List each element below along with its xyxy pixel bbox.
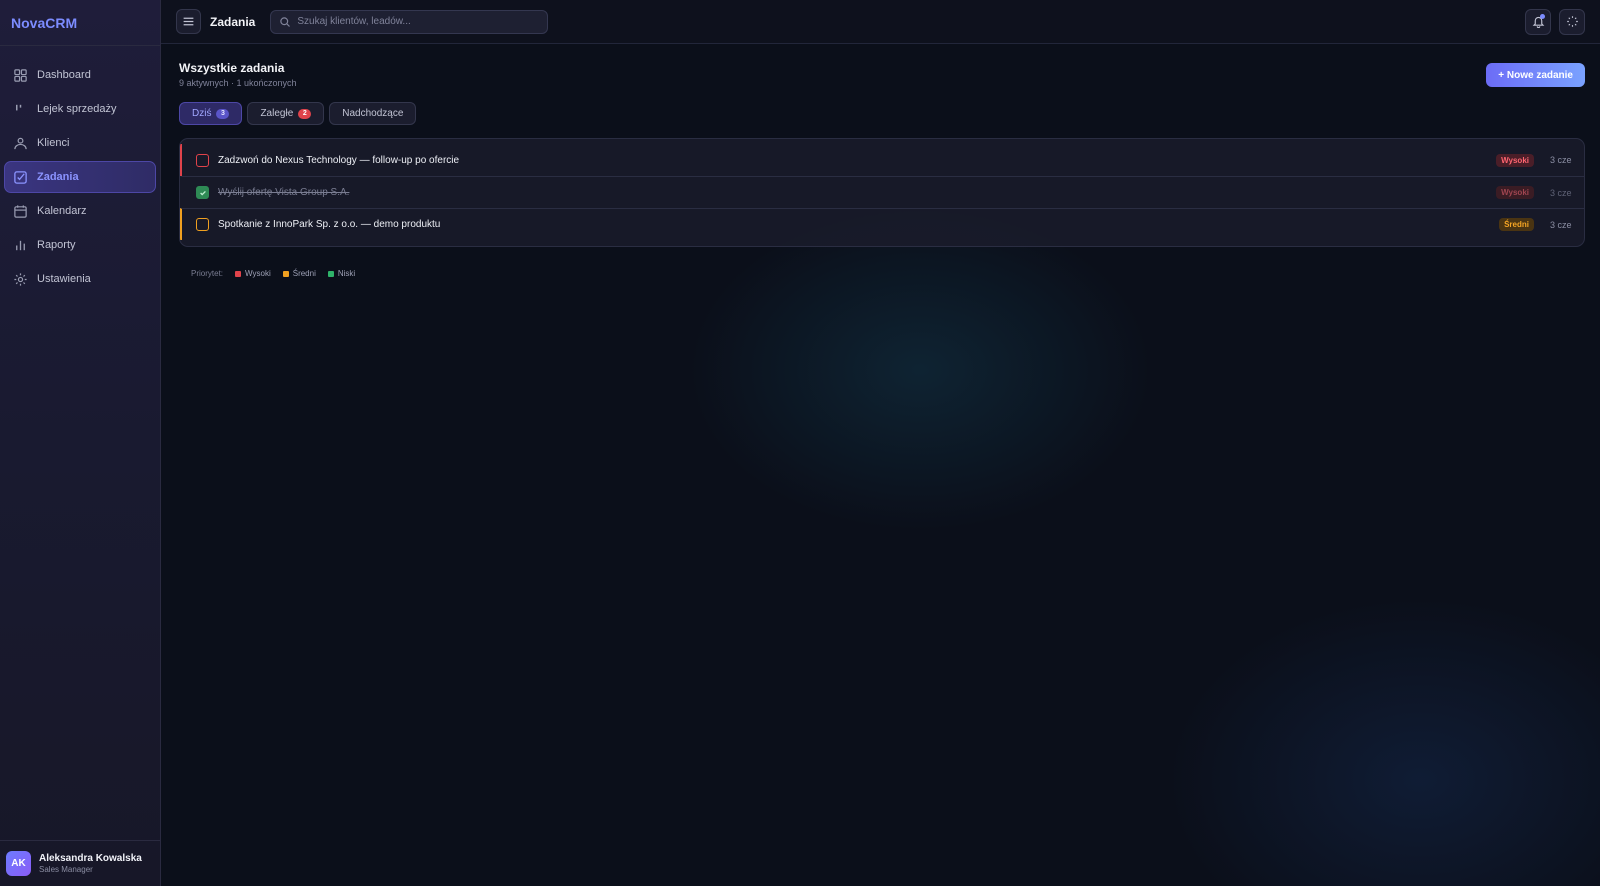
task-title: Wyślij ofertę Vista Group S.A.: [218, 187, 350, 198]
avatar: AK: [6, 851, 31, 876]
theme-toggle-button[interactable]: [1559, 8, 1585, 35]
heading-group: Wszystkie zadania 9 aktywnych · 1 ukończ…: [179, 61, 297, 88]
user-info: Aleksandra Kowalska Sales Manager: [39, 853, 142, 874]
hamburger-icon: [183, 17, 194, 26]
user-name: Aleksandra Kowalska: [39, 853, 142, 864]
app-root: NovaCRM Dashboard Lejek sprzedaży Klienc…: [0, 0, 1600, 886]
search-icon: [280, 16, 291, 27]
kanban-icon: [16, 104, 22, 110]
legend-text: Średni: [292, 269, 316, 278]
user-profile[interactable]: AK Aleksandra Kowalska Sales Manager: [0, 840, 160, 886]
page-title: Zadania: [210, 14, 256, 29]
tab-today[interactable]: Dziś 3: [179, 102, 243, 125]
priority-badge: Wysoki: [1496, 153, 1534, 167]
tab-label: Zaległe: [260, 108, 294, 119]
task-checkbox[interactable]: [196, 218, 209, 231]
priority-badge: Średni: [1499, 218, 1534, 231]
users-icon: [14, 137, 27, 149]
new-task-button[interactable]: + Nowe zadanie: [1486, 63, 1585, 87]
task-list: Zadzwoń do Nexus Technology — follow-up …: [179, 138, 1585, 247]
bar-chart-icon: [16, 240, 25, 250]
tab-label: Dziś: [192, 108, 212, 119]
due-date: 3 cze: [1550, 187, 1572, 198]
search-box[interactable]: [270, 9, 549, 34]
count-badge: 2: [298, 108, 312, 119]
legend-item-medium: Średni: [282, 269, 316, 278]
legend-swatch: [327, 270, 334, 277]
section-title: Wszystkie zadania: [179, 61, 285, 75]
notifications-button[interactable]: [1525, 8, 1551, 35]
menu-toggle-button[interactable]: [176, 9, 201, 34]
task-title: Zadzwoń do Nexus Technology — follow-up …: [218, 154, 460, 166]
check-square-icon: [14, 170, 27, 184]
legend-swatch: [282, 270, 289, 277]
tasks-content: Wszystkie zadania 9 aktywnych · 1 ukończ…: [161, 44, 1600, 278]
legend-text: Niski: [337, 269, 356, 278]
top-actions: [1525, 8, 1585, 35]
check-icon: [199, 190, 206, 196]
legend-swatch: [235, 270, 242, 277]
sidebar-item-label: Dashboard: [37, 69, 91, 81]
sidebar-item-label: Klienci: [37, 137, 70, 149]
tab-upcoming[interactable]: Nadchodzące: [329, 102, 417, 125]
task-checkbox[interactable]: [196, 153, 209, 167]
due-date: 3 cze: [1550, 155, 1572, 165]
task-filter-tabs: Dziś 3 Zaległe 2 Nadchodzące: [179, 102, 1585, 125]
sidebar-item-label: Zadania: [37, 171, 79, 183]
calendar-icon: [14, 204, 27, 218]
tab-label: Nadchodzące: [342, 108, 404, 119]
list-item[interactable]: Wyślij ofertę Vista Group S.A. Wysoki 3 …: [180, 176, 1584, 208]
legend-text: Wysoki: [245, 269, 271, 278]
list-item[interactable]: Zadzwoń do Nexus Technology — follow-up …: [180, 144, 1584, 176]
gear-icon: [14, 272, 27, 286]
task-title: Spotkanie z InnoPark Sp. z o.o. — demo p…: [218, 219, 441, 230]
user-role: Sales Manager: [39, 865, 93, 874]
search-input[interactable]: [297, 16, 538, 27]
content-header: Wszystkie zadania 9 aktywnych · 1 ukończ…: [179, 61, 1585, 88]
sidebar-item-pipeline[interactable]: Lejek sprzedaży: [4, 93, 156, 125]
due-date: 3 cze: [1550, 219, 1572, 230]
notification-dot: [1540, 13, 1545, 19]
sidebar-item-dashboard[interactable]: Dashboard: [4, 59, 156, 91]
main-area: Zadania Wszystkie zadania 9 aktywnych: [161, 0, 1600, 886]
task-checkbox[interactable]: [196, 186, 209, 199]
list-item[interactable]: Spotkanie z InnoPark Sp. z o.o. — demo p…: [180, 208, 1584, 240]
legend-label: Priorytet:: [191, 269, 224, 278]
section-subtitle: 9 aktywnych · 1 ukończonych: [179, 78, 297, 88]
sidebar-nav: Dashboard Lejek sprzedaży Klienci Zadani…: [0, 46, 160, 295]
sidebar-item-label: Ustawienia: [37, 273, 91, 285]
sidebar-item-calendar[interactable]: Kalendarz: [4, 195, 156, 227]
priority-legend: Priorytet: Wysoki Średni Niski: [179, 269, 1585, 278]
brand-logo[interactable]: NovaCRM: [0, 0, 160, 46]
sidebar-item-clients[interactable]: Klienci: [4, 127, 156, 159]
sun-icon: [1566, 16, 1578, 27]
grid-icon: [14, 68, 27, 82]
sidebar-item-tasks[interactable]: Zadania: [4, 161, 156, 193]
sidebar-item-settings[interactable]: Ustawienia: [4, 263, 156, 295]
count-badge: 3: [216, 108, 230, 119]
priority-badge: Wysoki: [1496, 186, 1534, 199]
sidebar-item-label: Lejek sprzedaży: [37, 103, 117, 115]
tab-overdue[interactable]: Zaległe 2: [247, 102, 325, 125]
legend-item-high: Wysoki: [235, 269, 271, 278]
sidebar: NovaCRM Dashboard Lejek sprzedaży Klienc…: [0, 0, 161, 886]
topbar: Zadania: [161, 0, 1600, 44]
sidebar-item-label: Raporty: [37, 239, 76, 251]
sidebar-item-reports[interactable]: Raporty: [4, 229, 156, 261]
legend-item-low: Niski: [327, 269, 356, 278]
sidebar-item-label: Kalendarz: [37, 205, 87, 217]
